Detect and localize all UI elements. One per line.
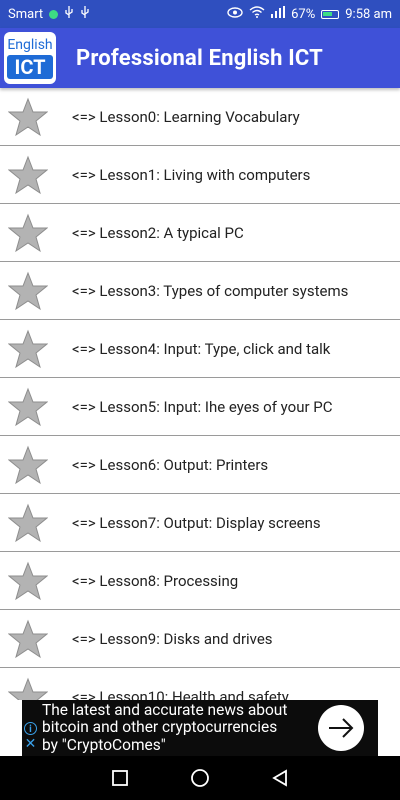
- carrier-label: Smart: [8, 6, 44, 22]
- star-icon[interactable]: [8, 503, 48, 543]
- ad-banner[interactable]: i ✕ The latest and accurate news about b…: [22, 700, 378, 756]
- lesson-title: <=> Lesson10: Health and safety: [72, 687, 289, 701]
- lesson-row-3[interactable]: <=> Lesson3: Types of computer systems: [0, 262, 400, 320]
- system-nav-bar: [0, 756, 400, 800]
- ad-line: bitcoin and other cryptocurrencies: [42, 718, 278, 737]
- star-icon[interactable]: [8, 97, 48, 137]
- lesson-row-2[interactable]: <=> Lesson2: A typical PC: [0, 204, 400, 262]
- logo-top-text: English: [7, 36, 53, 53]
- star-icon[interactable]: [8, 619, 48, 659]
- star-icon[interactable]: [8, 155, 48, 195]
- star-icon[interactable]: [8, 271, 48, 311]
- lesson-title: <=> Lesson8: Processing: [72, 571, 239, 590]
- back-triangle-icon[interactable]: [271, 769, 289, 787]
- lesson-row-8[interactable]: <=> Lesson8: Processing: [0, 552, 400, 610]
- status-right: 67% 9:58 am: [227, 6, 392, 22]
- lesson-row-4[interactable]: <=> Lesson4: Input: Type, click and talk: [0, 320, 400, 378]
- star-icon[interactable]: [8, 561, 48, 601]
- wifi-icon: [249, 6, 265, 22]
- star-icon[interactable]: [8, 213, 48, 253]
- home-circle-icon[interactable]: [190, 768, 210, 788]
- star-icon[interactable]: [8, 445, 48, 485]
- signal-icon: [271, 6, 286, 22]
- lesson-title: <=> Lesson0: Learning Vocabulary: [72, 107, 300, 126]
- lesson-title: <=> Lesson9: Disks and drives: [72, 629, 273, 648]
- battery-icon: [321, 9, 340, 19]
- clock: 9:58 am: [345, 6, 392, 22]
- status-bar: Smart 67% 9:58 am: [0, 0, 400, 28]
- star-icon[interactable]: [8, 387, 48, 427]
- ad-line: The latest and accurate news about: [42, 700, 288, 719]
- lesson-row-5[interactable]: <=> Lesson5: Input: Ihe eyes of your PC: [0, 378, 400, 436]
- usb-icon: [80, 5, 90, 23]
- lesson-row-1[interactable]: <=> Lesson1: Living with computers: [0, 146, 400, 204]
- logo-bottom-text: ICT: [7, 54, 53, 79]
- lesson-title: <=> Lesson5: Input: Ihe eyes of your PC: [72, 397, 333, 416]
- lesson-list[interactable]: <=> Lesson0: Learning Vocabulary <=> Les…: [0, 88, 400, 700]
- lesson-row-7[interactable]: <=> Lesson7: Output: Display screens: [0, 494, 400, 552]
- lesson-row-9[interactable]: <=> Lesson9: Disks and drives: [0, 610, 400, 668]
- lesson-title: <=> Lesson1: Living with computers: [72, 165, 311, 184]
- status-dot-icon: [49, 9, 59, 19]
- info-icon[interactable]: i: [24, 722, 37, 735]
- eye-icon: [227, 6, 243, 22]
- ad-line: by "CryptoComes": [42, 735, 166, 754]
- lesson-title: <=> Lesson3: Types of computer systems: [72, 281, 349, 300]
- star-icon[interactable]: [8, 329, 48, 369]
- lesson-row-0[interactable]: <=> Lesson0: Learning Vocabulary: [0, 88, 400, 146]
- star-icon[interactable]: [8, 677, 48, 701]
- lesson-title: <=> Lesson7: Output: Display screens: [72, 513, 321, 532]
- app-bar: English ICT Professional English ICT: [0, 28, 400, 88]
- battery-percent: 67%: [291, 6, 316, 22]
- ad-text[interactable]: The latest and accurate news about bitco…: [42, 700, 322, 755]
- status-left: Smart: [8, 5, 90, 23]
- arrow-right-icon[interactable]: [318, 705, 364, 751]
- app-title: Professional English ICT: [76, 45, 324, 71]
- app-logo: English ICT: [4, 32, 56, 84]
- lesson-title: <=> Lesson2: A typical PC: [72, 223, 244, 242]
- close-icon[interactable]: ✕: [24, 737, 37, 751]
- lesson-title: <=> Lesson6: Output: Printers: [72, 455, 269, 474]
- usb-icon: [64, 5, 74, 23]
- lesson-title: <=> Lesson4: Input: Type, click and talk: [72, 339, 331, 358]
- lesson-row-6[interactable]: <=> Lesson6: Output: Printers: [0, 436, 400, 494]
- ad-choices: i ✕: [24, 722, 37, 751]
- lesson-row-10[interactable]: <=> Lesson10: Health and safety: [0, 668, 400, 700]
- recents-square-icon[interactable]: [111, 769, 129, 787]
